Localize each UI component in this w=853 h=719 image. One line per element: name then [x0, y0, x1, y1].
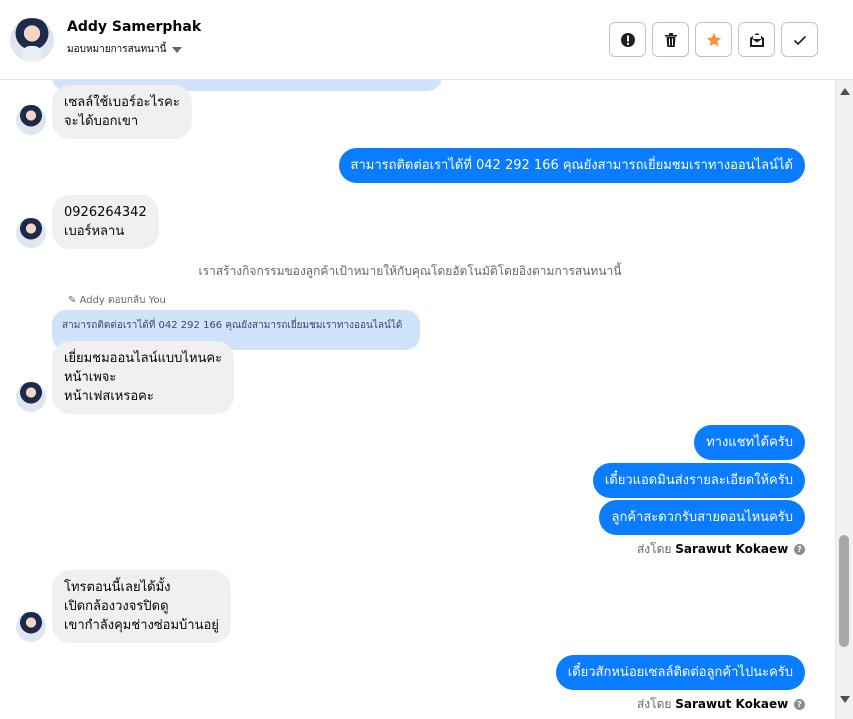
sent-by-info: ส่งโดย Sarawut Kokaew ? [637, 695, 805, 714]
done-button[interactable] [781, 22, 818, 57]
contact-avatar-small [16, 382, 46, 412]
spam-button[interactable] [609, 22, 646, 57]
incoming-message[interactable]: เยี่ยมชมออนไลน์แบบไหนคะ หน้าเพจะ หน้าเฟส… [52, 341, 235, 414]
message-line: เขากำลังคุมช่างซ่อมบ้านอยู่ [64, 618, 219, 633]
contact-avatar-small [16, 612, 46, 642]
reply-label-text: Addy ตอบกลับ You [79, 295, 166, 306]
contact-avatar-small [16, 218, 46, 248]
outgoing-message[interactable]: ลูกค้าสะดวกรับสายตอนไหนครับ [599, 500, 805, 535]
sent-by-info: ส่งโดย Sarawut Kokaew ? [637, 540, 805, 559]
message-line: หน้าเพจะ [64, 370, 117, 385]
contact-avatar[interactable] [10, 18, 54, 62]
conversation-toolbar [609, 22, 818, 57]
scrollbar-thumb[interactable] [839, 535, 849, 647]
message-line: เปิดกล้องวงจรปิดดู [64, 599, 169, 614]
message-line: หน้าเฟสเหรอคะ [64, 389, 154, 404]
reply-label: ✎ Addy ตอบกลับ You [68, 295, 166, 306]
message-thread: เซลล์ใช้เบอร์อะไรคะ จะได้บอกเขา สามารถติ… [0, 80, 835, 719]
outgoing-message[interactable]: เดี๋ยวแอดมินส่งรายละเอียดให้ครับ [592, 463, 805, 498]
caret-down-icon [172, 46, 183, 53]
star-icon [706, 32, 721, 46]
sent-by-name[interactable]: Sarawut Kokaew [675, 697, 788, 711]
help-icon[interactable]: ? [794, 699, 805, 710]
sent-by-prefix: ส่งโดย [636, 697, 672, 711]
contact-name[interactable]: Addy Samerphak [67, 19, 201, 35]
assign-label: มอบหมายการสนทนานี้ [67, 44, 167, 55]
help-icon[interactable]: ? [794, 544, 805, 555]
system-notice: เราสร้างกิจกรรมของลูกค้าเป้าหมายให้กับคุ… [198, 264, 622, 278]
scroll-down-icon[interactable] [840, 696, 850, 703]
message-line: จะได้บอกเขา [64, 114, 139, 129]
incoming-message[interactable]: เซลล์ใช้เบอร์อะไรคะ จะได้บอกเขา [52, 85, 192, 139]
message-line: 0926264342 [64, 205, 147, 220]
scroll-up-icon[interactable] [840, 88, 850, 95]
message-line: เซลล์ใช้เบอร์อะไรคะ [64, 95, 180, 110]
conversation-header: Addy Samerphak มอบหมายการสนทนานี้ [0, 0, 853, 80]
outgoing-message[interactable]: เดี๋ยวสักหน่อยเซลล์ติดต่อลูกค้าไปนะครับ [555, 655, 805, 690]
assign-conversation-dropdown[interactable]: มอบหมายการสนทนานี้ [67, 42, 183, 57]
incoming-message[interactable]: โทรตอนนี้เลยได้มั้ง เปิดกล้องวงจรปิดดู เ… [52, 570, 231, 643]
star-button[interactable] [695, 22, 732, 57]
sent-by-prefix: ส่งโดย [636, 542, 672, 556]
message-line: เบอร์หลาน [64, 224, 125, 239]
scrollbar[interactable] [835, 80, 853, 719]
alert-icon [620, 32, 635, 47]
outgoing-message[interactable]: ทางแชทได้ครับ [694, 425, 805, 460]
mark-unread-button[interactable] [738, 22, 775, 57]
trash-icon [664, 32, 677, 47]
check-icon [793, 35, 806, 45]
outgoing-message[interactable]: สามารถติดต่อเราได้ที่ 042 292 166 คุณยัง… [338, 148, 805, 183]
mark-unread-icon [749, 32, 764, 47]
contact-avatar-small [16, 105, 46, 135]
message-line: เยี่ยมชมออนไลน์แบบไหนคะ [64, 351, 223, 366]
sent-by-name[interactable]: Sarawut Kokaew [675, 542, 788, 556]
message-line: โทรตอนนี้เลยได้มั้ง [64, 580, 171, 595]
delete-button[interactable] [652, 22, 689, 57]
incoming-message[interactable]: 0926264342 เบอร์หลาน [52, 195, 159, 249]
